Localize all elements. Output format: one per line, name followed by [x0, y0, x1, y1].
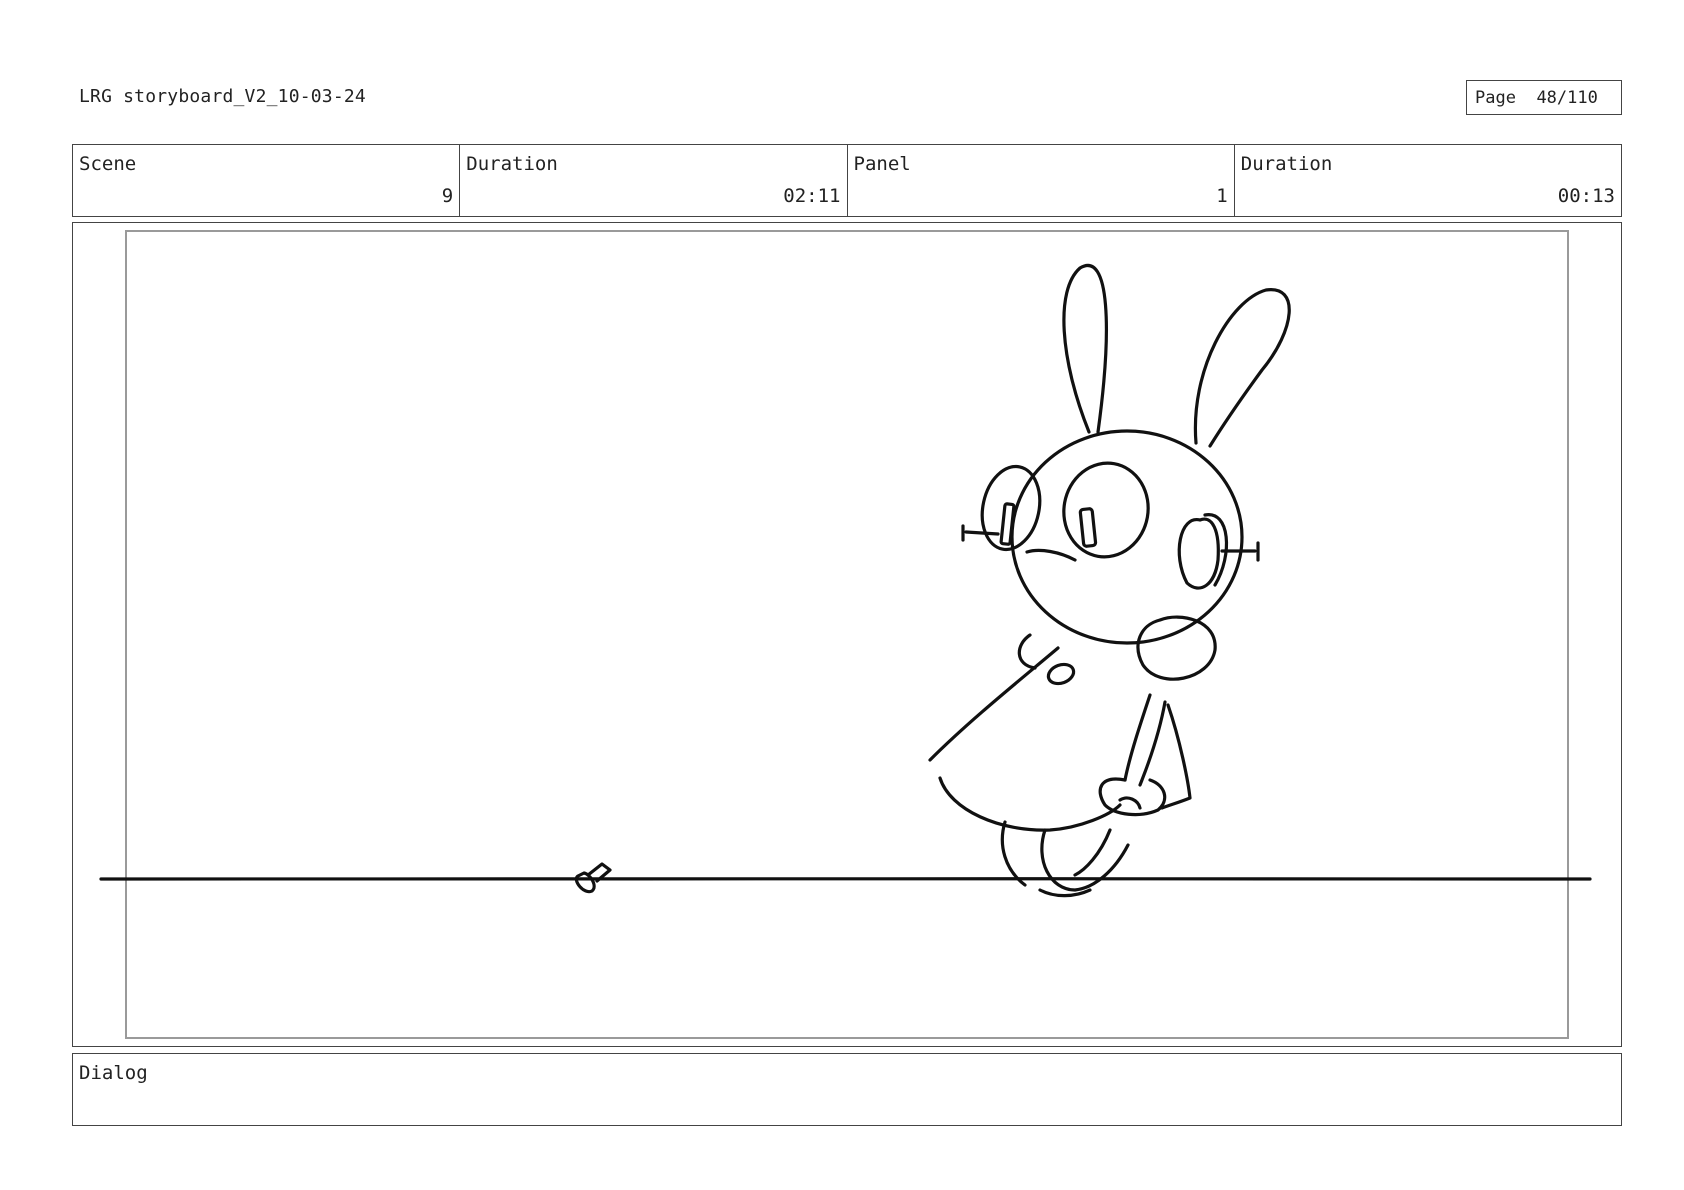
scene-duration-value: 02:11 — [783, 185, 841, 207]
panel-duration-label: Duration — [1240, 153, 1333, 175]
panel-info-row: Scene 9 Duration 02:11 Panel 1 Duration … — [72, 144, 1622, 217]
dialog-label: Dialog — [79, 1062, 148, 1084]
panel-label: Panel — [853, 153, 911, 175]
panel-duration-cell: Duration 00:13 — [1235, 145, 1621, 216]
scene-label: Scene — [79, 153, 137, 175]
panel-cell: Panel 1 — [848, 145, 1235, 216]
page-number: 48/110 — [1536, 87, 1598, 108]
safe-frame — [125, 230, 1569, 1039]
page-label: Page — [1475, 87, 1516, 108]
scene-cell: Scene 9 — [73, 145, 461, 216]
panel-duration-value: 00:13 — [1557, 185, 1615, 207]
dialog-box: Dialog — [72, 1053, 1622, 1126]
document-title: LRG storyboard_V2_10-03-24 — [79, 86, 366, 107]
panel-value: 1 — [1216, 185, 1228, 207]
page-indicator: Page 48/110 — [1466, 80, 1622, 115]
scene-value: 9 — [441, 185, 454, 207]
scene-duration-label: Duration — [466, 153, 558, 175]
scene-duration-cell: Duration 02:11 — [460, 145, 848, 216]
